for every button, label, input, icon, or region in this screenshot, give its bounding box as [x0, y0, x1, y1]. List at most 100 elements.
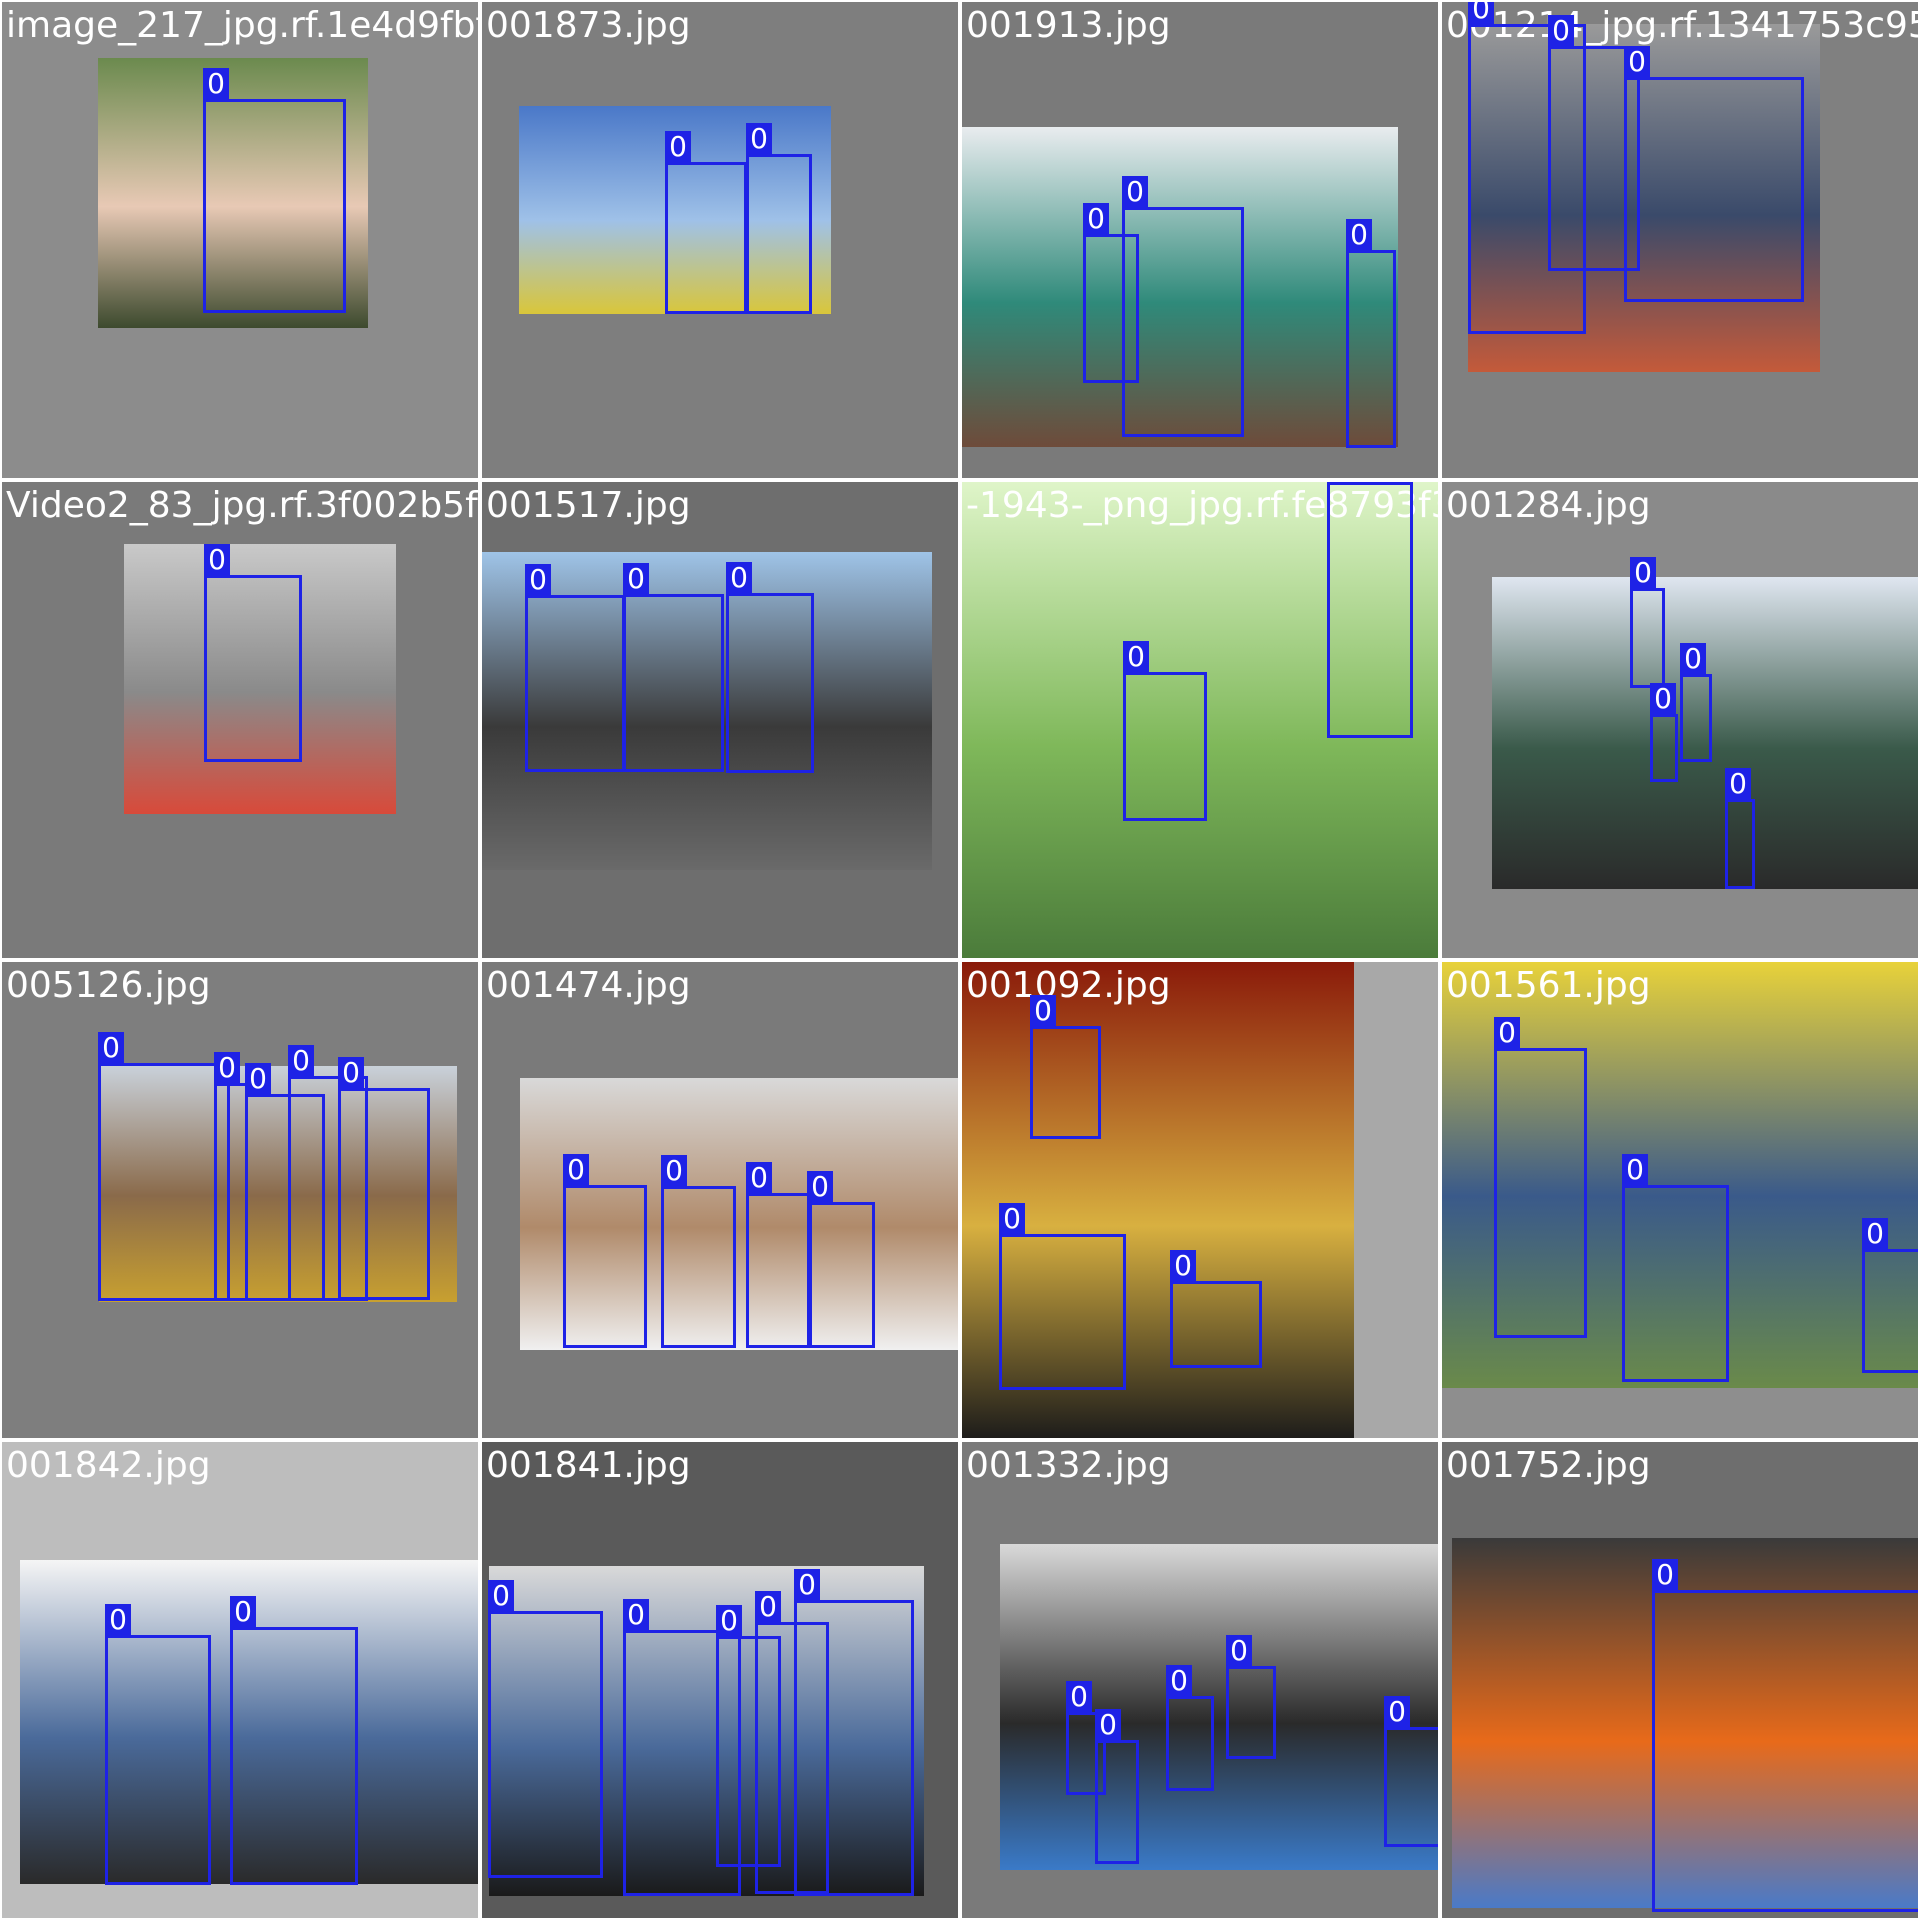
detection-box: 0	[746, 1162, 812, 1348]
class-label: 0	[1622, 1154, 1648, 1186]
image-tile: 001842.jpg 0 0	[0, 1440, 480, 1920]
image-tile: 001841.jpg 0 0 0 0 0	[480, 1440, 960, 1920]
image-tile: 001092.jpg 0 0 0	[960, 960, 1440, 1440]
class-label: 0	[661, 1155, 687, 1187]
class-label: 0	[1548, 15, 1574, 47]
detection-box: 0	[1384, 1696, 1438, 1847]
detection-box: 0	[245, 1063, 325, 1301]
class-label: 0	[1095, 1709, 1121, 1741]
image-tile: Video2_83_jpg.rf.3f002b5fe1ab9d7cda7c2e4…	[0, 480, 480, 960]
detection-box: 0	[525, 564, 625, 772]
filename-label: 001873.jpg	[486, 5, 691, 46]
detection-box: 0	[204, 544, 302, 762]
detection-box: 0	[1166, 1665, 1214, 1791]
class-label: 0	[1725, 768, 1751, 800]
class-label: 0	[1123, 641, 1149, 673]
class-label: 0	[214, 1052, 240, 1084]
image-tile: image_217_jpg.rf.1e4d9fbf9788f93ab874207…	[0, 0, 480, 480]
class-label: 0	[203, 68, 229, 100]
class-label: 0	[794, 1569, 820, 1601]
filename-label: 001517.jpg	[486, 485, 691, 526]
detection-box: 0	[1622, 1154, 1729, 1382]
image-tile: 001913.jpg 0 0 0	[960, 0, 1440, 480]
class-label: 0	[1652, 1559, 1678, 1591]
detection-box: 0	[1652, 1559, 1918, 1912]
class-label: 0	[245, 1063, 271, 1095]
image-tile: 001873.jpg 0 0	[480, 0, 960, 480]
detection-box: 0	[746, 123, 812, 314]
class-label: 0	[204, 544, 230, 576]
class-label: 0	[746, 1162, 772, 1194]
detection-box: 0	[1170, 1250, 1262, 1368]
detection-box: 0	[338, 1057, 430, 1300]
filename-label: 001561.jpg	[1446, 965, 1651, 1006]
detection-box: 0	[794, 1569, 914, 1896]
class-label: 0	[716, 1605, 742, 1637]
class-label: 0	[726, 562, 752, 594]
image-tile: 005126.jpg 0 0 0 0 0	[0, 960, 480, 1440]
filename-label: 005126.jpg	[6, 965, 211, 1006]
detection-box: 0	[1226, 1635, 1276, 1759]
class-label: 0	[623, 563, 649, 595]
image-tile: 001517.jpg 0 0 0	[480, 480, 960, 960]
class-label: 0	[1346, 219, 1372, 251]
detection-box: 0	[1624, 46, 1804, 302]
class-label: 0	[1384, 1696, 1410, 1728]
detection-box: 0	[1327, 482, 1413, 738]
image-tile: -1943-_png_jpg.rf.fe8793f39681ade0615a00	[960, 480, 1440, 960]
detection-box: 0	[1122, 176, 1244, 437]
image-tile: 001332.jpg 0 0 0 0 0	[960, 1440, 1440, 1920]
class-label: 0	[563, 1154, 589, 1186]
detection-box: 0	[999, 1203, 1126, 1390]
class-label: 0	[1468, 2, 1494, 25]
detection-box: 0	[1123, 641, 1207, 821]
class-label: 0	[488, 1580, 514, 1612]
class-label: 0	[1650, 683, 1676, 715]
class-label: 0	[1083, 203, 1109, 235]
class-label: 0	[999, 1203, 1025, 1235]
class-label: 0	[623, 1599, 649, 1631]
filename-label: 001332.jpg	[966, 1445, 1171, 1486]
class-label: 0	[338, 1057, 364, 1089]
detection-box: 0	[661, 1155, 736, 1348]
detection-box: 0	[203, 68, 346, 313]
image-tile: 001474.jpg 0 0 0 0	[480, 960, 960, 1440]
detection-box: 0	[214, 1052, 248, 1301]
filename-label: 001092.jpg	[966, 965, 1171, 1006]
detection-box: 0	[488, 1580, 603, 1878]
image-tile: 001214_jpg.rf.1341753c952 0 0 0	[1440, 0, 1920, 480]
filename-label: 001474.jpg	[486, 965, 691, 1006]
class-label: 0	[230, 1596, 256, 1628]
detection-box: 0	[1346, 219, 1396, 448]
detection-box: 0	[1494, 1017, 1587, 1338]
filename-label: 001913.jpg	[966, 5, 1171, 46]
detection-box: 0	[623, 563, 724, 772]
detection-box: 0	[563, 1154, 647, 1348]
filename-label: image_217_jpg.rf.1e4d9fbf9788f93ab874207…	[6, 5, 480, 46]
detection-box: 0	[807, 1171, 875, 1348]
filename-label: Video2_83_jpg.rf.3f002b5fe1ab9d7cda7c2e4	[6, 485, 478, 526]
detection-box: 0	[1725, 768, 1755, 889]
class-label: 0	[1170, 1250, 1196, 1282]
detection-box: 0	[98, 1032, 230, 1301]
class-label: 0	[525, 564, 551, 596]
class-label: 0	[105, 1604, 131, 1636]
detection-box: 0	[1630, 557, 1665, 688]
detection-mosaic: image_217_jpg.rf.1e4d9fbf9788f93ab874207…	[0, 0, 1920, 1920]
class-label: 0	[1226, 1635, 1252, 1667]
class-label: 0	[1630, 557, 1656, 589]
detection-box: 0	[1650, 683, 1678, 782]
image-tile: 001284.jpg 0 0 0 0	[1440, 480, 1920, 960]
image-tile: 001561.jpg 0 0 0	[1440, 960, 1920, 1440]
detection-box: 0	[105, 1604, 211, 1885]
class-label: 0	[98, 1032, 124, 1064]
filename-label: 001284.jpg	[1446, 485, 1651, 526]
detection-box: 0	[1680, 643, 1712, 762]
class-label: 0	[746, 123, 772, 155]
detection-box: 0	[1095, 1709, 1139, 1864]
detection-box: 0	[230, 1596, 358, 1885]
filename-label: 001842.jpg	[6, 1445, 211, 1486]
filename-label: 001841.jpg	[486, 1445, 691, 1486]
class-label: 0	[665, 131, 691, 163]
class-label: 0	[1066, 1681, 1092, 1713]
